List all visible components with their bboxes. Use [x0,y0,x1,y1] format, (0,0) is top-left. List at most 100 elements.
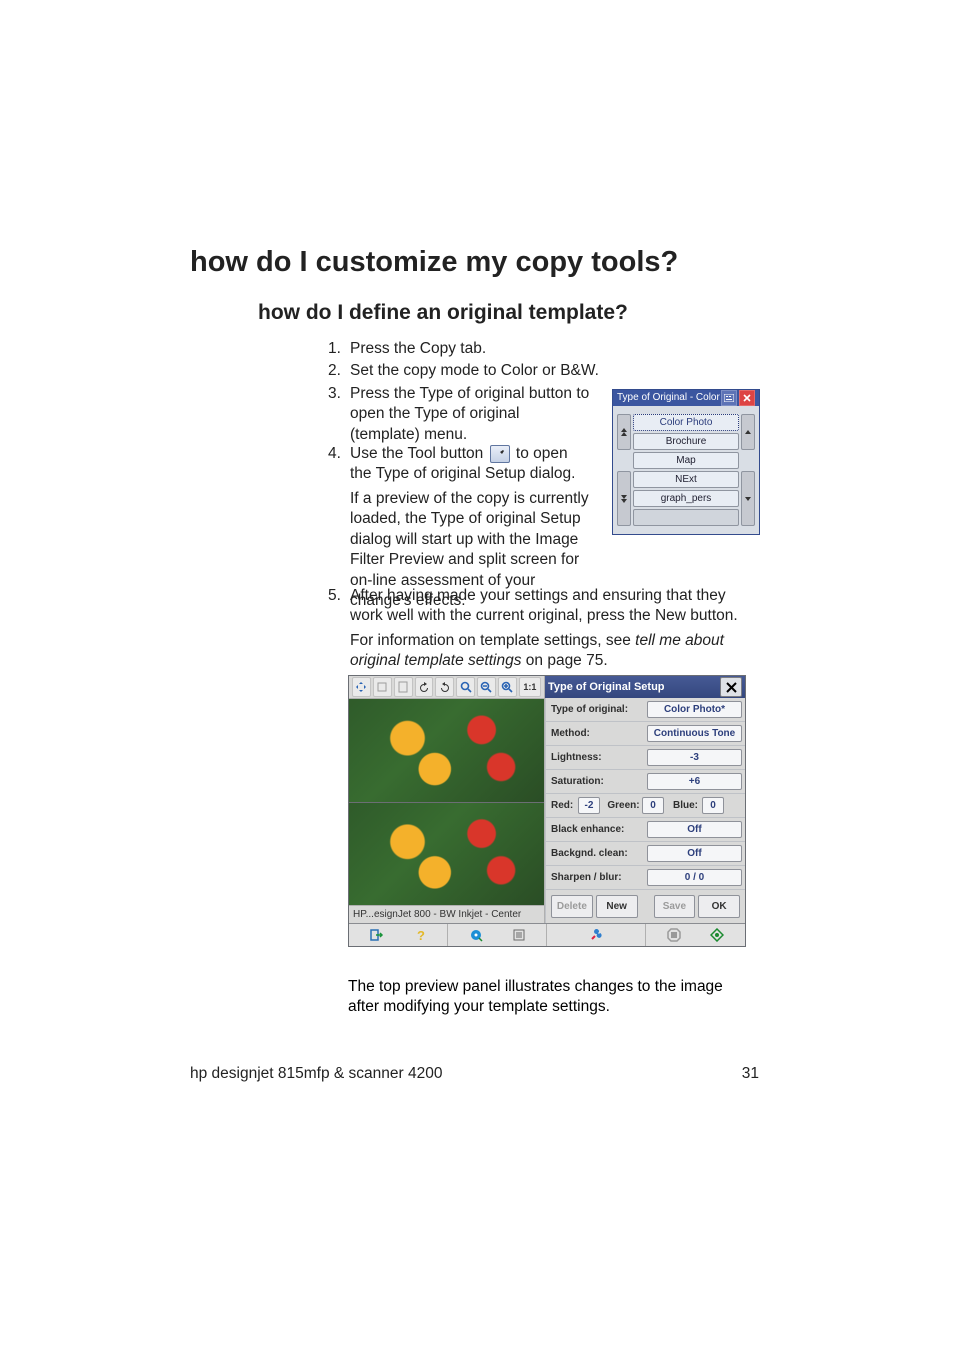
field-label: Type of original: [546,698,644,721]
row-method: Method: Continuous Tone [546,722,745,746]
wrench-icon [589,928,603,942]
step-text-pre: Use the Tool button [350,445,488,462]
type-of-original-dialog: Type of Original - Color Color Photo Bro… [612,389,760,535]
step-4: 4. Use the Tool button to open the Type … [328,444,590,485]
row-backgnd-clean: Backgnd. clean: Off [546,842,745,866]
red-label: Red: [546,794,576,817]
red-value[interactable]: -2 [578,797,600,814]
scroll-down-large-icon[interactable] [617,471,631,526]
step-5-paragraph: For information on template settings, se… [350,631,758,672]
preview-top-image [349,699,544,803]
move-icon[interactable] [352,677,371,697]
list-item[interactable]: Color Photo [633,414,739,431]
footer-product: hp designjet 815mfp & scanner 4200 [190,1065,442,1083]
field-value[interactable]: -3 [647,749,742,766]
heading-1: how do I customize my copy tools? [190,246,790,279]
field-value[interactable]: +6 [647,773,742,790]
row-lightness: Lightness: -3 [546,746,745,770]
field-label: Method: [546,722,644,745]
close-icon[interactable] [720,677,742,697]
panel-titlebar: Type of Original Setup [545,676,745,698]
zoom-in-icon[interactable] [498,677,517,697]
field-label: Backgnd. clean: [546,842,644,865]
zoom-actual-button[interactable]: 1:1 [519,677,541,697]
zoom-out-icon[interactable] [477,677,496,697]
field-value[interactable]: 0 / 0 [647,869,742,886]
zoom-fit-icon[interactable] [456,677,475,697]
tool-icon [490,445,510,463]
blue-value[interactable]: 0 [702,797,724,814]
step-5: 5. After having made your settings and e… [328,586,758,627]
close-icon[interactable] [739,390,755,406]
type-of-original-setup-screenshot: 1:1 HP...esignJet 800 - BW Inkjet - Cent… [348,675,746,947]
row-black-enhance: Black enhance: Off [546,818,745,842]
page-icon[interactable] [394,677,413,697]
bottom-tabs: ? [349,923,745,946]
step-number: 5. [328,586,350,627]
step-text: Press the Copy tab. [350,339,758,359]
step-text: Set the copy mode to Color or B&W. [350,361,758,381]
field-label: Black enhance: [546,818,644,841]
green-value[interactable]: 0 [642,797,664,814]
field-value[interactable]: Color Photo* [647,701,742,718]
page-number: 31 [742,1065,759,1083]
field-label: Sharpen / blur: [546,866,644,889]
list-item[interactable]: Map [633,452,739,469]
rotate-right-icon[interactable] [435,677,454,697]
stop-icon [667,928,681,942]
step-number: 2. [328,361,350,381]
step-2: 2. Set the copy mode to Color or B&W. [328,361,758,381]
rotate-left-icon[interactable] [415,677,434,697]
row-saturation: Saturation: +6 [546,770,745,794]
delete-button[interactable]: Delete [551,895,593,918]
preview-split [349,699,544,905]
green-label: Green: [602,794,640,817]
list-item-empty [633,509,739,526]
step-number: 1. [328,339,350,359]
save-button[interactable]: Save [654,895,696,918]
step-1: 1. Press the Copy tab. [328,339,758,359]
ok-button[interactable]: OK [698,895,740,918]
row-rgb: Red: -2 Green: 0 Blue: 0 [546,794,745,818]
panel-actions: Delete New Save OK [545,889,745,923]
field-value[interactable]: Off [647,821,742,838]
panel-title: Type of Original Setup [548,681,665,693]
help-icon: ? [413,928,427,942]
step-5-pre: For information on template settings, se… [350,632,635,649]
go-icon [710,928,724,942]
scroll-up-icon[interactable] [741,414,755,450]
svg-text:?: ? [417,928,425,942]
tab-tools[interactable] [547,924,646,946]
tab-exit-help[interactable]: ? [349,924,448,946]
step-number: 3. [328,384,350,445]
row-sharpen-blur: Sharpen / blur: 0 / 0 [546,866,745,889]
list-item[interactable]: graph_pers [633,490,739,507]
caption: The top preview panel illustrates change… [348,977,758,1018]
scroll-up-large-icon[interactable] [617,414,631,450]
step-text: Press the Type of original button to ope… [350,384,590,445]
new-button[interactable]: New [596,895,638,918]
step-number: 4. [328,444,350,485]
dialog-title: Type of Original - Color [617,390,720,406]
preview-bottom-image [349,803,544,906]
field-value[interactable]: Continuous Tone [647,725,742,742]
step-3: 3. Press the Type of original button to … [328,384,590,445]
field-value[interactable]: Off [647,845,742,862]
printer-profile: HP...esignJet 800 - BW Inkjet - Center [349,905,544,923]
blue-label: Blue: [666,794,700,817]
step-text: Use the Tool button to open the Type of … [350,444,590,485]
row-type-of-original: Type of original: Color Photo* [546,698,745,722]
scroll-down-icon[interactable] [741,471,755,526]
disc-icon [469,928,483,942]
step-text: After having made your settings and ensu… [350,586,758,627]
field-label: Saturation: [546,770,644,793]
list-item[interactable]: NExt [633,471,739,488]
tab-run-stop[interactable] [646,924,745,946]
list-item[interactable]: Brochure [633,433,739,450]
keyboard-icon[interactable] [721,390,737,406]
crop-icon[interactable] [373,677,392,697]
tab-disc-queue[interactable] [448,924,547,946]
field-label: Lightness: [546,746,644,769]
exit-icon [370,928,384,942]
dialog-titlebar: Type of Original - Color [613,390,759,406]
